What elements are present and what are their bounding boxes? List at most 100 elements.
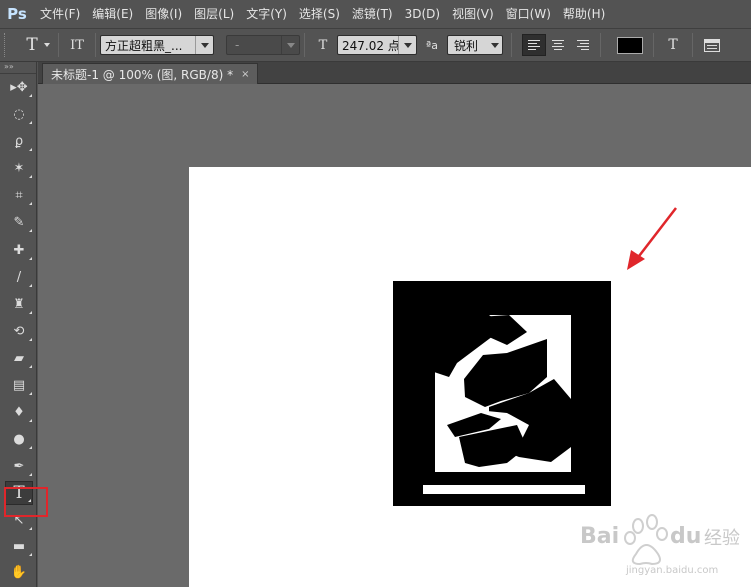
chevron-down-icon [488,36,502,54]
pen-tool[interactable]: ✒ [5,454,33,478]
eyedropper-icon: ✎ [13,214,25,230]
gradient-tool[interactable]: ▤ [5,373,33,397]
text-orientation-toggle[interactable]: IT [63,32,91,58]
separator [511,33,512,57]
path-selection-tool[interactable]: ↖ [5,508,33,532]
menu-type[interactable]: 文字(Y) [240,0,293,28]
toggle-panels-button[interactable] [697,38,727,52]
toolbox-collapse-grip[interactable]: »» [0,62,36,74]
menu-view[interactable]: 视图(V) [446,0,500,28]
menu-help[interactable]: 帮助(H) [557,0,611,28]
flyout-indicator-icon [29,175,32,178]
warp-text-icon: T [668,37,678,53]
flyout-indicator-icon [29,446,32,449]
panels-icon [704,38,720,52]
font-style-select[interactable]: - [226,35,300,55]
menu-layer[interactable]: 图层(L) [188,0,240,28]
chevron-down-icon [281,36,299,54]
warp-text-button[interactable]: T [658,37,688,53]
menu-3d[interactable]: 3D(D) [399,0,446,28]
menu-select[interactable]: 选择(S) [293,0,346,28]
flyout-indicator-icon [29,121,32,124]
magic-wand-tool[interactable]: ✶ [5,156,33,180]
canvas[interactable] [189,167,751,587]
flyout-indicator-icon [29,527,32,530]
hand-icon: ✋ [10,564,28,580]
text-color-swatch[interactable] [617,36,643,54]
antialias-select[interactable]: 锐利 [447,35,503,55]
ps-logo-icon: Ps [7,5,27,23]
flyout-indicator-icon [29,419,32,422]
separator [692,33,693,57]
pen-icon: ✒ [13,458,25,474]
history-brush-tool[interactable]: ⟲ [5,319,33,343]
type-tool[interactable]: T [5,481,33,505]
type-tool-icon: T [26,35,38,55]
flyout-indicator-icon [29,229,32,232]
font-size-value: 247.02 点 [342,38,398,53]
hand-tool[interactable]: ✋ [5,560,33,584]
eraser-tool[interactable]: ▰ [5,346,33,370]
font-family-select[interactable]: 方正超粗黑_... [100,35,214,55]
workspace [38,84,751,587]
document-tab-bar: 未标题-1 @ 100% (图, RGB/8) * × [38,62,751,84]
flyout-indicator-icon [29,338,32,341]
history-brush-icon: ⟲ [13,323,25,339]
tools-panel: »» ▸✥ ◌ ϼ ✶ ⌗ ✎ ✚ / ♜ ⟲ ▰ ▤ ♦ ● ✒ T ↖ ▬ ✋ [0,62,37,587]
font-style-value: - [235,38,240,52]
font-size-icon: T [318,37,328,53]
text-orientation-icon: IT [70,37,84,53]
blur-tool[interactable]: ♦ [5,400,33,424]
marquee-icon: ◌ [13,106,25,122]
healing-brush-tool[interactable]: ✚ [5,238,33,262]
menu-bar: Ps 文件(F) 编辑(E) 图像(I) 图层(L) 文字(Y) 选择(S) 滤… [0,0,751,28]
flyout-indicator-icon [29,202,32,205]
flyout-indicator-icon [29,553,32,556]
menu-file[interactable]: 文件(F) [34,0,86,28]
menu-image[interactable]: 图像(I) [139,0,188,28]
menu-filter[interactable]: 滤镜(T) [346,0,399,28]
lasso-tool[interactable]: ϼ [5,129,33,153]
canvas-artwork [393,281,611,506]
crop-tool[interactable]: ⌗ [5,183,33,207]
align-center-button[interactable] [546,34,570,56]
font-family-value: 方正超粗黑_... [105,38,183,53]
text-align-group [522,34,594,56]
clone-stamp-tool[interactable]: ♜ [5,292,33,316]
chevron-down-icon [195,36,213,54]
rectangle-icon: ▬ [12,538,26,554]
blur-icon: ♦ [13,404,25,420]
flyout-indicator-icon [29,257,32,260]
document-tab[interactable]: 未标题-1 @ 100% (图, RGB/8) * × [42,63,259,84]
separator [653,33,654,57]
dodge-icon: ● [13,431,25,447]
flyout-indicator-icon [29,311,32,314]
antialias-value: 锐利 [454,38,479,53]
brush-tool[interactable]: / [5,265,33,289]
lasso-icon: ϼ [14,133,24,149]
flyout-indicator-icon [29,473,32,476]
healing-brush-icon: ✚ [13,242,25,258]
antialias-icon: ªa [426,38,438,52]
separator [95,33,96,57]
clone-stamp-icon: ♜ [13,296,25,312]
separator [304,33,305,57]
move-tool[interactable]: ▸✥ [5,75,33,99]
align-left-button[interactable] [522,34,546,56]
rectangle-tool[interactable]: ▬ [5,534,33,558]
marquee-tool[interactable]: ◌ [5,102,33,126]
menu-edit[interactable]: 编辑(E) [86,0,139,28]
crop-icon: ⌗ [15,187,23,203]
close-icon[interactable]: × [241,69,249,80]
eyedropper-tool[interactable]: ✎ [5,210,33,234]
align-right-button[interactable] [570,34,594,56]
magic-wand-icon: ✶ [13,160,25,176]
tool-preset-picker[interactable]: T [10,32,54,58]
flyout-indicator-icon [29,392,32,395]
path-selection-icon: ↖ [13,512,25,528]
font-size-select[interactable]: 247.02 点 [337,35,417,55]
menu-window[interactable]: 窗口(W) [500,0,557,28]
type-icon: T [13,483,25,503]
move-icon: ▸✥ [10,79,28,95]
dodge-tool[interactable]: ● [5,427,33,451]
